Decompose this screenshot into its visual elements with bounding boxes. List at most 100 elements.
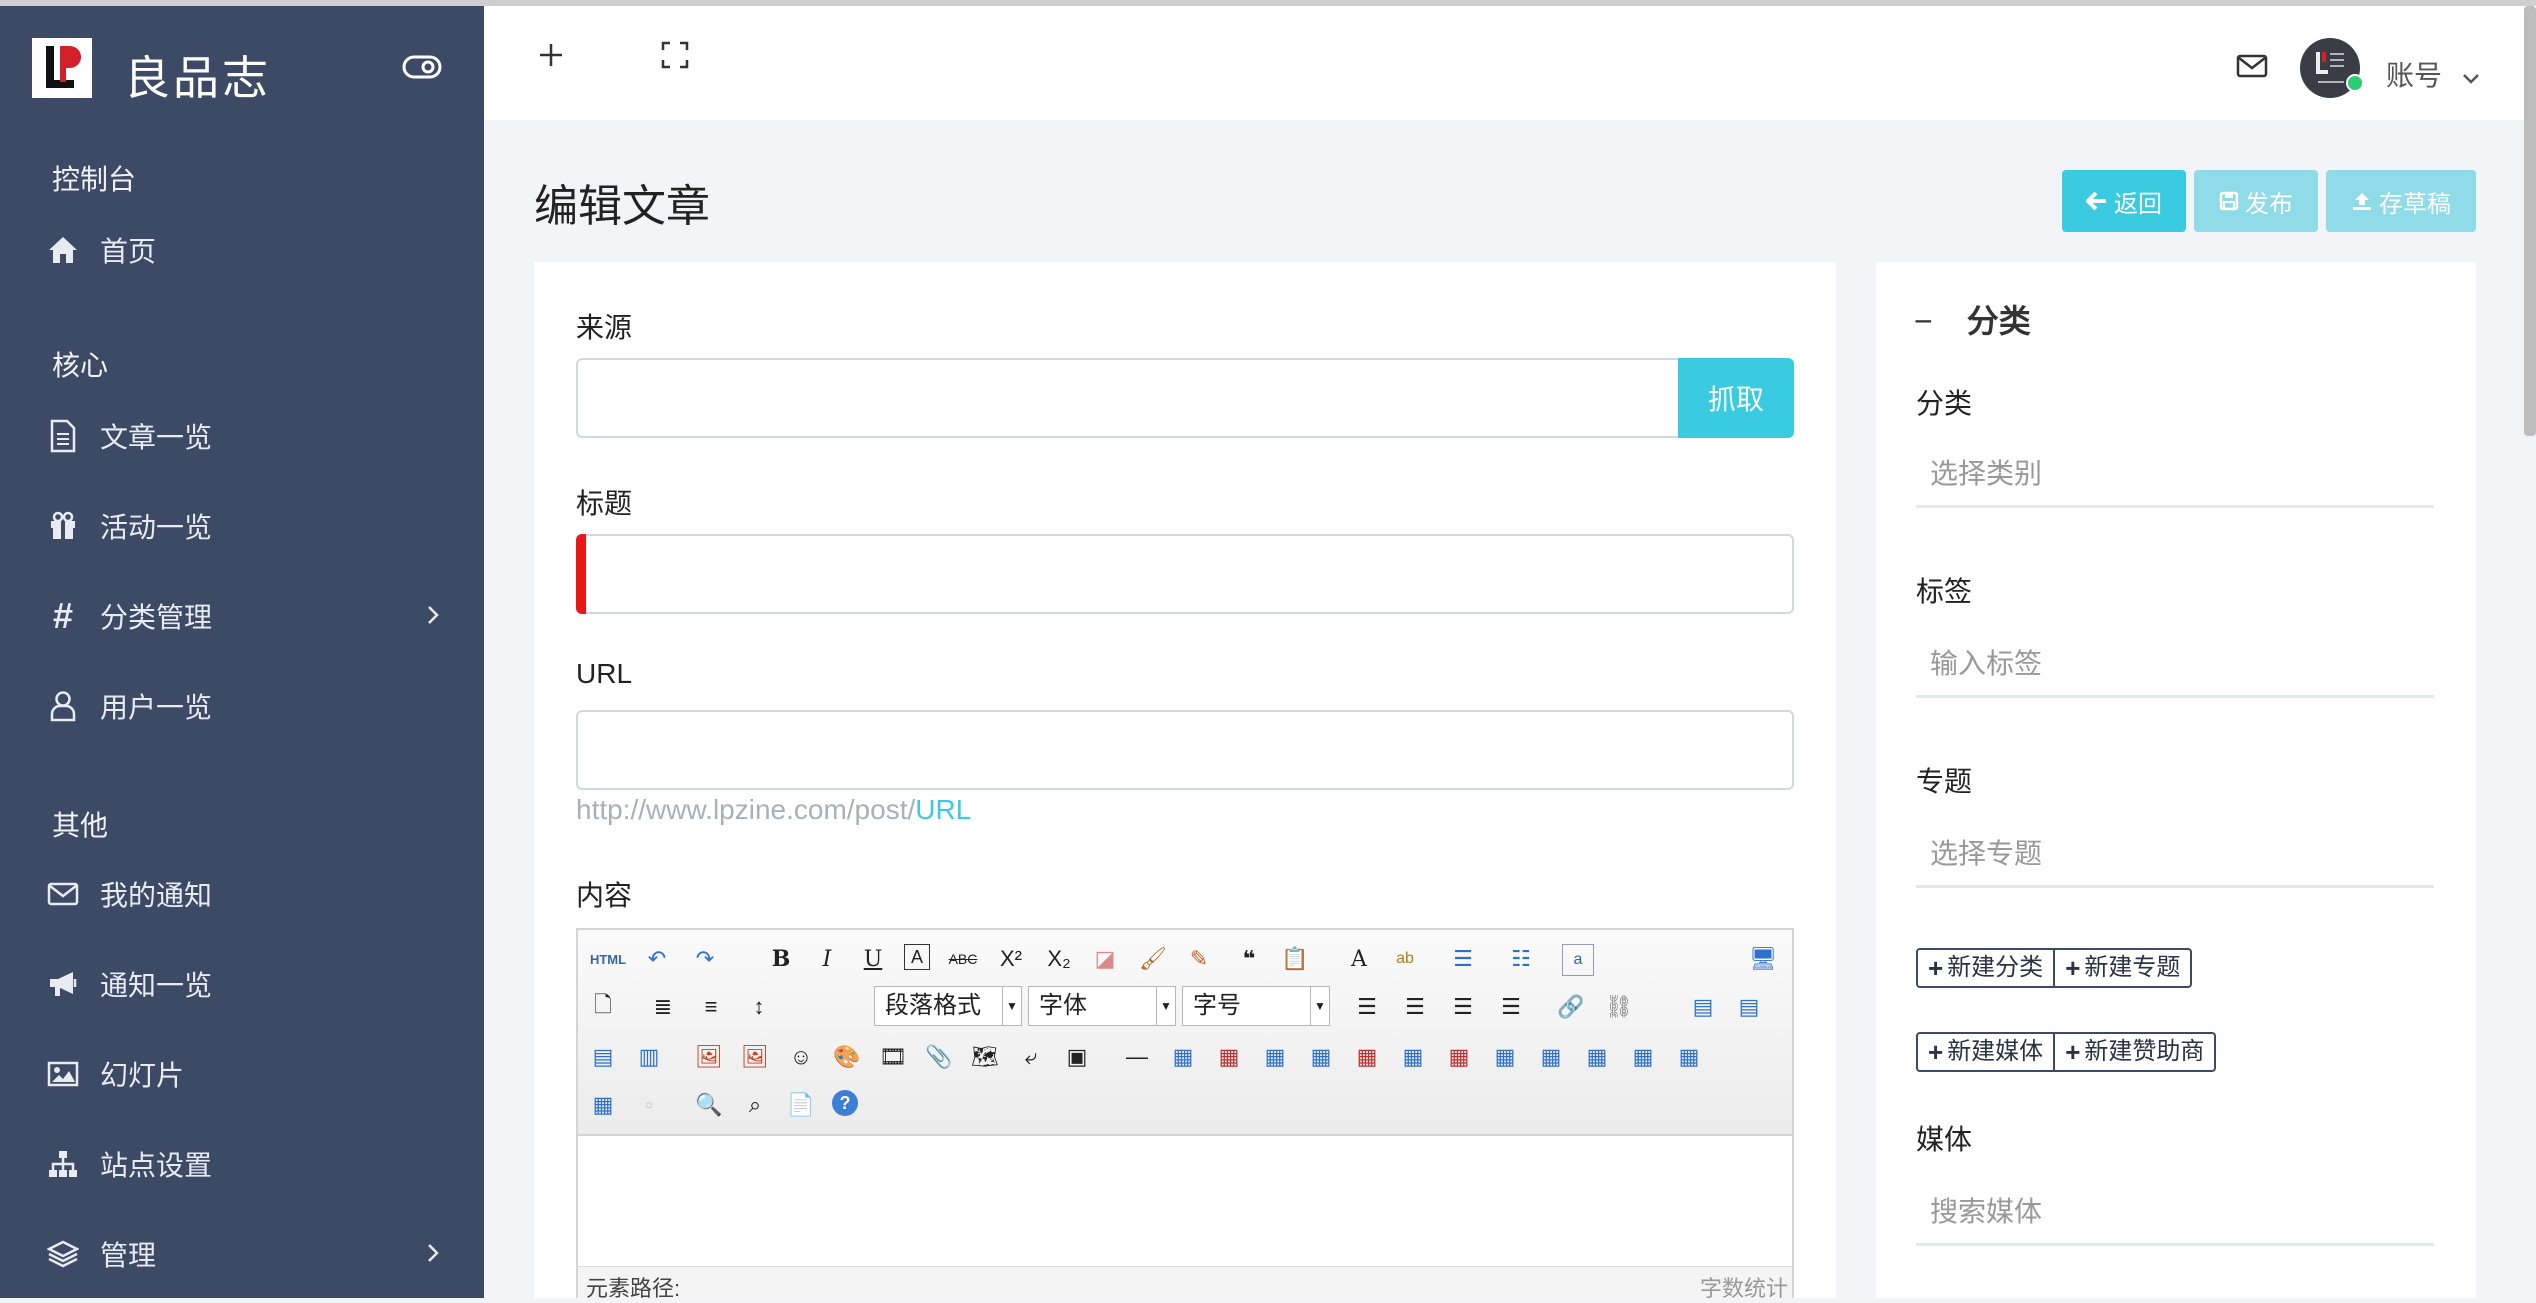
new-category-button[interactable]: + 新建分类 <box>1918 950 2053 986</box>
help-icon[interactable]: ? <box>832 1090 858 1116</box>
new-topic-button[interactable]: + 新建专题 <box>2053 950 2190 986</box>
account-menu[interactable]: 账号 <box>2386 54 2480 94</box>
delete-row-icon[interactable]: ▦ <box>1352 1042 1382 1072</box>
align-left-icon[interactable]: ☰ <box>1352 992 1382 1022</box>
mail-icon[interactable] <box>2236 54 2268 83</box>
insert-table-icon[interactable]: ▦ <box>1168 1042 1198 1072</box>
paragraph-spacing-bottom-icon[interactable]: ≡ <box>696 992 726 1022</box>
save-draft-button[interactable]: 存草稿 <box>2326 170 2476 232</box>
topic-select[interactable]: 选择专题 <box>1916 826 2434 888</box>
delete-table-icon[interactable]: ▦ <box>1214 1042 1244 1072</box>
sidebar-item-categories[interactable]: # 分类管理 <box>46 586 446 646</box>
insert-frame-icon[interactable]: ▣ <box>1062 1042 1092 1072</box>
sidebar-item-slides[interactable]: 幻灯片 <box>46 1044 446 1104</box>
binoculars-icon[interactable]: ⌕ <box>740 1090 770 1120</box>
merge-down-icon[interactable]: ▦ <box>1582 1042 1612 1072</box>
html-source-button[interactable]: HTML <box>588 944 628 974</box>
horizontal-rule-icon[interactable]: — <box>1122 1042 1152 1072</box>
media-search-input[interactable]: 搜索媒体 <box>1916 1184 2434 1246</box>
emoji-icon[interactable]: ☺ <box>786 1042 816 1072</box>
unlink-icon[interactable]: ⛓ <box>1604 992 1634 1022</box>
paragraph-spacing-top-icon[interactable]: ≣ <box>648 992 678 1022</box>
sidebar-item-manage[interactable]: 管理 <box>46 1224 446 1284</box>
collapse-icon[interactable]: − <box>1914 303 1933 339</box>
bold-icon[interactable]: B <box>766 944 796 974</box>
font-size-select[interactable]: 字号 ▼ <box>1182 986 1330 1026</box>
font-color-icon[interactable]: A <box>1344 944 1374 974</box>
new-media-button[interactable]: + 新建媒体 <box>1918 1034 2053 1070</box>
back-button[interactable]: 返回 <box>2062 170 2186 232</box>
undo-icon[interactable]: ↶ <box>642 944 672 974</box>
float-left-icon[interactable]: ▤ <box>1688 992 1718 1022</box>
title-input[interactable] <box>576 534 1794 614</box>
search-replace-icon[interactable]: 🔍 <box>694 1090 724 1120</box>
link-icon[interactable]: 🔗 <box>1556 992 1586 1022</box>
rich-text-editor[interactable]: HTML ↶ ↷ B I U A ABC X² X₂ ◪ 🖌 ✎ ❝ 📋 A a… <box>576 928 1794 1301</box>
float-center-icon[interactable]: ▥ <box>634 1042 664 1072</box>
source-input[interactable] <box>576 358 1682 438</box>
chart-icon[interactable]: ▫ <box>634 1090 664 1120</box>
font-family-select[interactable]: 字体 ▼ <box>1028 986 1176 1026</box>
delete-column-icon[interactable]: ▦ <box>1444 1042 1474 1072</box>
insert-caption-icon[interactable]: ▦ <box>1260 1042 1290 1072</box>
sidebar-item-notifications[interactable]: 通知一览 <box>46 954 446 1014</box>
ordered-list-icon[interactable]: ☰ <box>1448 944 1478 974</box>
merge-right-icon[interactable]: ▦ <box>1536 1042 1566 1072</box>
new-document-icon[interactable]: 🗋 <box>588 992 618 1022</box>
template-icon[interactable]: 📄 <box>786 1090 816 1120</box>
logo[interactable] <box>32 38 92 98</box>
sidebar-item-home[interactable]: 首页 <box>46 220 446 280</box>
redo-icon[interactable]: ↷ <box>690 944 720 974</box>
sidebar-item-events[interactable]: 活动一览 <box>46 496 446 556</box>
split-columns-icon[interactable]: ▦ <box>588 1090 618 1120</box>
fullscreen-icon[interactable] <box>660 40 690 75</box>
new-sponsor-button[interactable]: + 新建赞助商 <box>2053 1034 2214 1070</box>
sidebar-toggle-icon[interactable] <box>402 54 442 85</box>
font-border-icon[interactable]: A <box>904 944 930 970</box>
blockquote-icon[interactable]: ❝ <box>1234 944 1264 974</box>
sidebar-item-articles[interactable]: 文章一览 <box>46 406 446 466</box>
italic-icon[interactable]: I <box>812 944 842 974</box>
split-rows-icon[interactable]: ▦ <box>1674 1042 1704 1072</box>
plus-icon[interactable] <box>536 40 566 75</box>
line-height-icon[interactable]: ↕ <box>744 992 774 1022</box>
insert-row-icon[interactable]: ▦ <box>1306 1042 1336 1072</box>
publish-button[interactable]: 发布 <box>2194 170 2318 232</box>
eraser-icon[interactable]: ◪ <box>1090 944 1120 974</box>
format-painter-icon[interactable]: 🖌 <box>1138 944 1168 974</box>
multi-image-icon[interactable]: 🖼 <box>740 1042 770 1072</box>
subscript-icon[interactable]: X₂ <box>1044 944 1074 974</box>
tag-input[interactable]: 输入标签 <box>1916 636 2434 698</box>
category-panel-header[interactable]: − 分类 <box>1914 296 2031 342</box>
align-center-icon[interactable]: ☰ <box>1400 992 1430 1022</box>
insert-column-icon[interactable]: ▦ <box>1398 1042 1428 1072</box>
paragraph-format-select[interactable]: 段落格式 ▼ <box>874 986 1022 1026</box>
highlight-color-icon[interactable]: ab <box>1390 944 1420 974</box>
fetch-button[interactable]: 抓取 <box>1678 358 1794 438</box>
attachment-icon[interactable]: 📎 <box>924 1042 954 1072</box>
insert-image-icon[interactable]: 🖼 <box>694 1042 724 1072</box>
video-icon[interactable]: 🎞 <box>878 1042 908 1072</box>
align-justify-icon[interactable]: ☰ <box>1496 992 1526 1022</box>
category-select[interactable]: 选择类别 <box>1916 446 2434 508</box>
align-right-icon[interactable]: ☰ <box>1448 992 1478 1022</box>
sidebar-item-users[interactable]: 用户一览 <box>46 676 446 736</box>
split-cells-icon[interactable]: ▦ <box>1628 1042 1658 1072</box>
merge-cells-icon[interactable]: ▦ <box>1490 1042 1520 1072</box>
scrollbar[interactable] <box>2524 6 2536 436</box>
superscript-icon[interactable]: X² <box>996 944 1026 974</box>
page-break-icon[interactable]: ⤶ <box>1016 1042 1046 1072</box>
unordered-list-icon[interactable]: ☷ <box>1506 944 1536 974</box>
map-icon[interactable]: 🗺 <box>970 1042 1000 1072</box>
anchor-icon[interactable]: a <box>1562 944 1594 976</box>
strikethrough-icon[interactable]: ABC <box>948 944 978 974</box>
paste-plain-icon[interactable]: 📋 <box>1280 944 1310 974</box>
url-input[interactable] <box>576 710 1794 790</box>
auto-format-icon[interactable]: ✎ <box>1184 944 1214 974</box>
scrawl-icon[interactable]: 🎨 <box>832 1042 862 1072</box>
float-right-icon[interactable]: ▤ <box>1734 992 1764 1022</box>
float-none-icon[interactable]: ▤ <box>588 1042 618 1072</box>
underline-icon[interactable]: U <box>858 944 888 974</box>
sidebar-item-site-settings[interactable]: 站点设置 <box>46 1134 446 1194</box>
sidebar-item-my-notifications[interactable]: 我的通知 <box>46 864 446 924</box>
